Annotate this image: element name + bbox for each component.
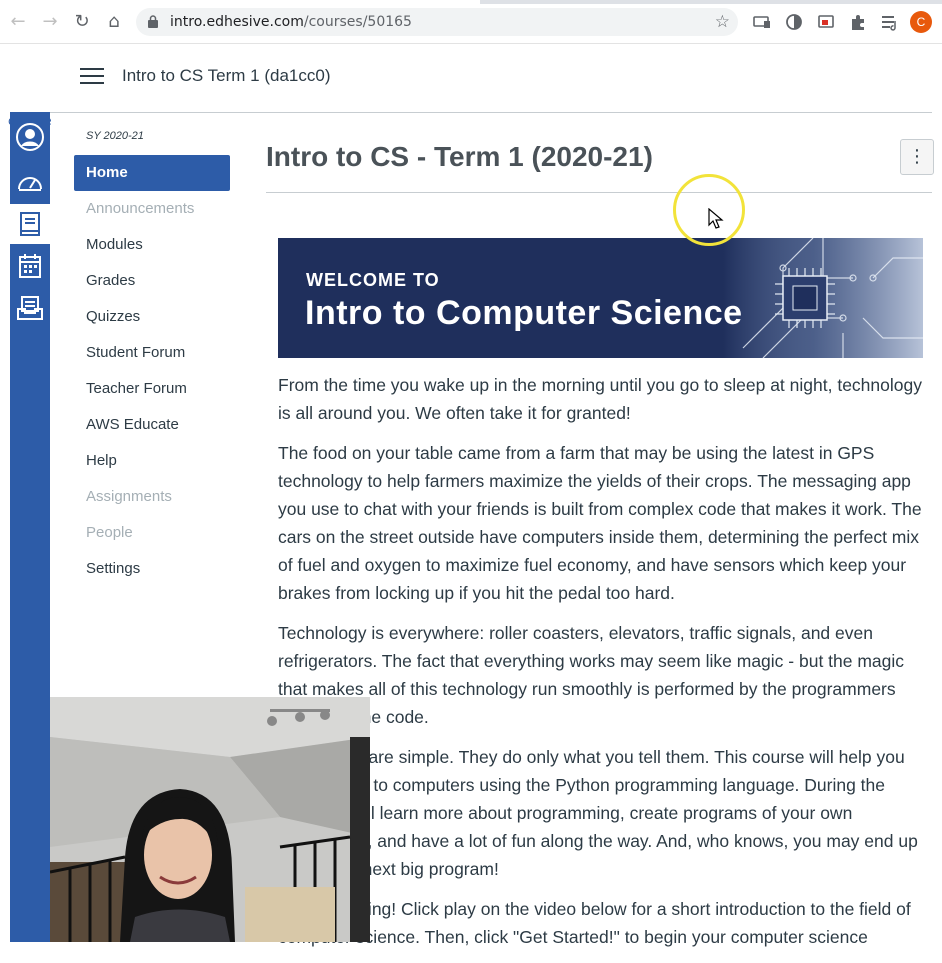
bookmark-star-icon[interactable]: ☆ xyxy=(715,12,730,32)
welcome-banner: WELCOME TO Intro to Computer Science xyxy=(278,238,923,358)
cast-icon[interactable] xyxy=(752,12,772,32)
breadcrumb-course-title[interactable]: Intro to CS Term 1 (da1cc0) xyxy=(122,66,331,86)
course-nav-aws-educate[interactable]: AWS Educate xyxy=(74,407,230,443)
home-icon[interactable]: ⌂ xyxy=(104,12,124,32)
course-nav-settings[interactable]: Settings xyxy=(74,551,230,587)
hamburger-menu-icon[interactable] xyxy=(80,68,104,86)
term-label: SY 2020-21 xyxy=(86,130,144,142)
intro-paragraph: The food on your table came from a farm … xyxy=(278,443,922,603)
inbox-icon[interactable] xyxy=(10,288,50,328)
address-bar[interactable]: intro.edhesive.com/courses/50165 ☆ xyxy=(136,8,738,36)
global-nav: dhesive xyxy=(0,44,52,942)
presenter-video-icon xyxy=(50,697,370,942)
page-title: Intro to CS - Term 1 (2020-21) xyxy=(266,141,653,172)
course-nav-help[interactable]: Help xyxy=(74,443,230,479)
webcam-overlay xyxy=(50,697,370,942)
extensions-puzzle-icon[interactable] xyxy=(848,12,868,32)
mouse-pointer-icon xyxy=(708,208,724,229)
dashboard-icon[interactable] xyxy=(10,162,50,202)
screen-capture-icon[interactable] xyxy=(816,12,836,32)
intro-paragraph: Let's get going! Click play on the video… xyxy=(278,899,911,947)
media-queue-icon[interactable] xyxy=(880,12,900,32)
course-nav-modules[interactable]: Modules xyxy=(74,227,230,263)
intro-paragraph: Technology is everywhere: roller coaster… xyxy=(278,623,905,727)
back-icon[interactable]: ← xyxy=(8,12,28,32)
banner-welcome-text: WELCOME TO xyxy=(306,270,440,290)
intro-paragraph: Computers are simple. They do only what … xyxy=(278,747,918,879)
reload-icon[interactable]: ↻ xyxy=(72,12,92,32)
extension-circle-icon[interactable] xyxy=(784,12,804,32)
course-header: Intro to CS Term 1 (da1cc0) xyxy=(50,44,932,113)
course-intro-text: From the time you wake up in the morning… xyxy=(278,371,923,963)
lock-icon xyxy=(148,15,158,28)
title-divider xyxy=(266,192,932,193)
course-nav-announcements[interactable]: Announcements xyxy=(74,191,230,227)
course-nav-grades[interactable]: Grades xyxy=(74,263,230,299)
account-icon[interactable] xyxy=(10,117,50,157)
tab-strip xyxy=(0,0,942,4)
courses-icon[interactable] xyxy=(10,204,50,244)
course-nav-teacher-forum[interactable]: Teacher Forum xyxy=(74,371,230,407)
calendar-icon[interactable] xyxy=(10,246,50,286)
profile-avatar[interactable]: C xyxy=(910,11,932,33)
course-nav-assignments[interactable]: Assignments xyxy=(74,479,230,515)
more-options-button[interactable]: ⋮ xyxy=(900,139,934,175)
course-nav-people[interactable]: People xyxy=(74,515,230,551)
course-nav-home[interactable]: Home xyxy=(74,155,230,191)
circuit-board-graphic xyxy=(723,238,923,358)
url-text: intro.edhesive.com/courses/50165 xyxy=(170,14,412,30)
banner-headline: Intro to Computer Science xyxy=(305,294,743,332)
intro-paragraph: From the time you wake up in the morning… xyxy=(278,375,922,423)
browser-toolbar: ← → ↻ ⌂ intro.edhesive.com/courses/50165… xyxy=(0,0,942,44)
course-nav: SY 2020-21 Home Announcements Modules Gr… xyxy=(74,130,230,587)
forward-icon[interactable]: → xyxy=(40,12,60,32)
course-nav-quizzes[interactable]: Quizzes xyxy=(74,299,230,335)
course-nav-student-forum[interactable]: Student Forum xyxy=(74,335,230,371)
